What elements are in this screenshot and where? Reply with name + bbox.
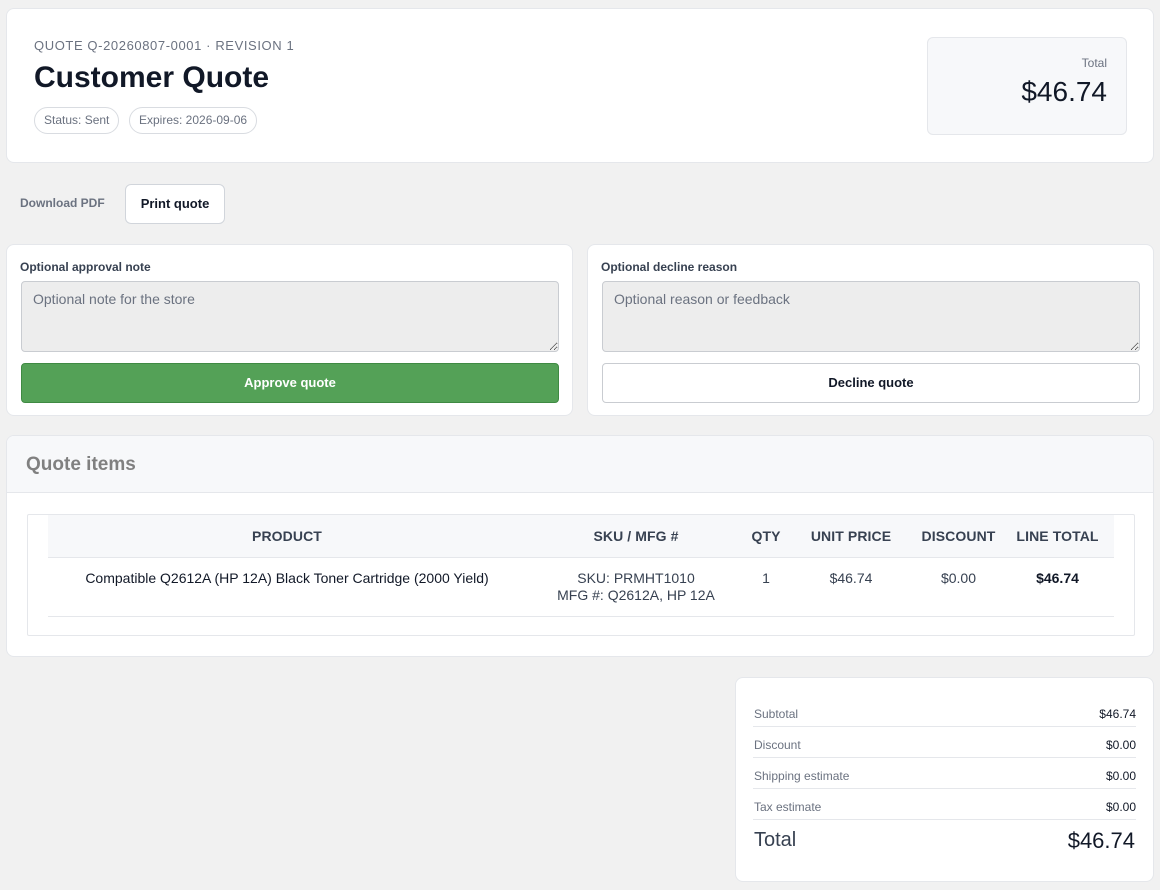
column-header-sku: SKU / MFG # <box>526 515 746 558</box>
status-badge: Status: Sent <box>34 107 120 134</box>
item-sku: SKU: PRMHT1010 <box>577 569 695 586</box>
summary-row-shipping: Shipping estimate $0.00 <box>753 758 1136 789</box>
column-header-unit-price: UNIT PRICE <box>786 515 916 558</box>
summary-total-value: $46.74 <box>1067 828 1135 853</box>
item-unit-price: $46.74 <box>786 557 916 617</box>
approval-note-label: Optional approval note <box>20 260 151 274</box>
table-row: Compatible Q2612A (HP 12A) Black Toner C… <box>48 557 1114 617</box>
summary-value: $0.00 <box>1105 769 1136 783</box>
quote-items-title: Quote items <box>26 454 136 475</box>
summary-label: Shipping estimate <box>754 769 850 783</box>
print-quote-button[interactable]: Print quote <box>125 184 225 224</box>
item-mfg: MFG #: Q2612A, HP 12A <box>557 586 715 603</box>
item-line-total: $46.74 <box>1001 557 1114 617</box>
expires-badge: Expires: 2026-09-06 <box>129 107 258 134</box>
total-summary-box: Total $46.74 <box>927 37 1127 135</box>
page-title: Customer Quote <box>34 61 270 94</box>
total-label: Total <box>1081 56 1107 70</box>
summary-value: $46.74 <box>1099 707 1136 721</box>
item-qty: 1 <box>746 557 786 617</box>
decline-reason-label: Optional decline reason <box>601 260 738 274</box>
download-pdf-link[interactable]: Download PDF <box>20 196 105 210</box>
quote-items-card: Quote items PRODUCT SKU / MFG # QTY UNIT… <box>6 435 1154 657</box>
items-table-wrapper: PRODUCT SKU / MFG # QTY UNIT PRICE DISCO… <box>27 514 1135 636</box>
quote-items-header: Quote items <box>7 436 1153 493</box>
summary-value: $0.00 <box>1105 738 1136 752</box>
summary-row-tax: Tax estimate $0.00 <box>753 789 1136 820</box>
quote-header-card: QUOTE Q-20260807-0001 · REVISION 1 Custo… <box>6 8 1154 163</box>
column-header-line-total: LINE TOTAL <box>1001 515 1114 558</box>
approve-quote-button[interactable]: Approve quote <box>21 363 559 403</box>
summary-label: Subtotal <box>754 707 799 721</box>
total-value: $46.74 <box>1021 76 1107 107</box>
summary-row-subtotal: Subtotal $46.74 <box>753 696 1136 727</box>
column-header-product: PRODUCT <box>48 515 526 558</box>
approve-card: Optional approval note Approve quote <box>6 244 573 416</box>
approval-note-input[interactable] <box>21 281 559 352</box>
decline-card: Optional decline reason Decline quote <box>587 244 1154 416</box>
summary-row-discount: Discount $0.00 <box>753 727 1136 758</box>
summary-label: Tax estimate <box>754 800 822 814</box>
column-header-qty: QTY <box>746 515 786 558</box>
column-header-discount: DISCOUNT <box>916 515 1001 558</box>
order-summary-card: Subtotal $46.74 Discount $0.00 Shipping … <box>735 677 1154 882</box>
item-product: Compatible Q2612A (HP 12A) Black Toner C… <box>48 557 526 617</box>
summary-label: Discount <box>754 738 801 752</box>
quote-reference: QUOTE Q-20260807-0001 · REVISION 1 <box>34 38 295 53</box>
summary-total-label: Total <box>754 829 797 851</box>
items-table: PRODUCT SKU / MFG # QTY UNIT PRICE DISCO… <box>48 515 1114 617</box>
item-discount: $0.00 <box>916 557 1001 617</box>
summary-value: $0.00 <box>1105 800 1136 814</box>
decline-reason-input[interactable] <box>602 281 1140 352</box>
item-sku-cell: SKU: PRMHT1010 MFG #: Q2612A, HP 12A <box>526 557 746 617</box>
decline-quote-button[interactable]: Decline quote <box>602 363 1140 403</box>
table-header-row: PRODUCT SKU / MFG # QTY UNIT PRICE DISCO… <box>48 515 1114 558</box>
